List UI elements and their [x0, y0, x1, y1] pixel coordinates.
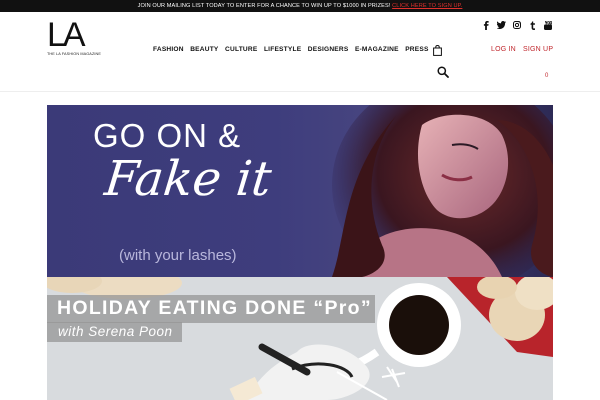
- instagram-icon[interactable]: [512, 20, 522, 30]
- youtube-icon[interactable]: [543, 20, 553, 30]
- nav-item-fashion[interactable]: FASHION: [153, 46, 184, 53]
- promo-signup-link[interactable]: CLICK HERE TO SIGN UP.: [392, 3, 462, 9]
- banner-headline: GO ON &: [93, 117, 242, 154]
- nav-item-e-magazine[interactable]: E-MAGAZINE: [355, 46, 399, 53]
- site-logo[interactable]: LA THE LA FASHION MAGAZINE: [47, 16, 101, 59]
- logo-mark: LA: [47, 16, 86, 54]
- banner-title: HOLIDAY EATING DONE “Pro”: [57, 297, 372, 319]
- search-icon[interactable]: [437, 65, 449, 78]
- nav-item-culture[interactable]: CULTURE: [225, 46, 257, 53]
- nav-item-beauty[interactable]: BEAUTY: [190, 46, 218, 53]
- nav-item-press[interactable]: PRESS: [405, 46, 428, 53]
- promo-bar: JOIN OUR MAILING LIST TODAY TO ENTER FOR…: [0, 0, 600, 12]
- banner-subheadline: (with your lashes): [119, 247, 237, 264]
- logo-tagline: THE LA FASHION MAGAZINE: [47, 52, 101, 56]
- login-link[interactable]: LOG IN: [491, 46, 516, 53]
- site-header: LA THE LA FASHION MAGAZINE FASHION BEAUT…: [0, 12, 600, 92]
- nav-item-designers[interactable]: DESIGNERS: [308, 46, 349, 53]
- cart-count: 0: [545, 73, 549, 79]
- main-nav: FASHION BEAUTY CULTURE LIFESTYLE DESIGNE…: [153, 46, 435, 53]
- twitter-icon[interactable]: [497, 20, 507, 30]
- banner-script-headline: Fake it: [102, 151, 275, 207]
- model-photo: [332, 105, 553, 277]
- promo-text: JOIN OUR MAILING LIST TODAY TO ENTER FOR…: [137, 3, 391, 9]
- facebook-icon[interactable]: [481, 20, 491, 30]
- banner-subtitle: with Serena Poon: [58, 324, 173, 339]
- signup-link[interactable]: SIGN UP: [523, 46, 553, 53]
- shopping-bag-icon[interactable]: [433, 43, 442, 56]
- hero-banner-holiday-eating[interactable]: HOLIDAY EATING DONE “Pro” with Serena Po…: [47, 277, 553, 400]
- social-links: [481, 20, 559, 30]
- tumblr-icon[interactable]: [528, 20, 538, 30]
- hero-banner-lashes[interactable]: GO ON & Fake it (with your lashes): [47, 105, 553, 277]
- nav-item-lifestyle[interactable]: LIFESTYLE: [264, 46, 301, 53]
